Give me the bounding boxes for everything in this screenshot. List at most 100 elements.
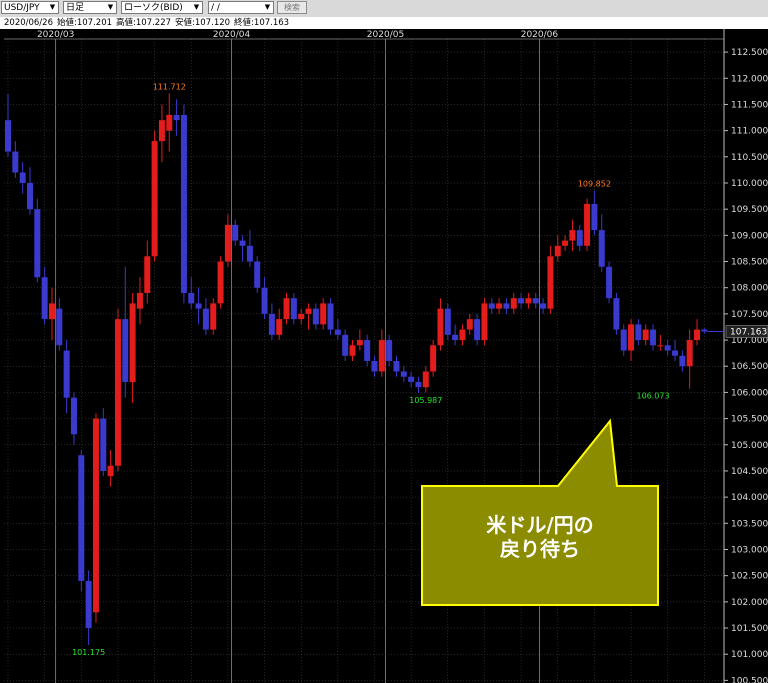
date-select[interactable]: / / ▼ (208, 1, 274, 14)
candle-body (246, 245, 253, 262)
candle-body (63, 350, 70, 398)
candle-body (122, 319, 129, 382)
symbol-select[interactable]: USD/JPY ▼ (1, 1, 59, 14)
candle-body (12, 151, 19, 173)
y-tick-label: 108.000 (731, 284, 768, 294)
x-tick-label: 2020/04 (213, 30, 251, 40)
y-tick-label: 104.500 (731, 467, 768, 477)
candle-body (408, 376, 415, 382)
candle-body (85, 580, 92, 629)
candle-body (364, 340, 371, 361)
price-annotation: 106.073 (636, 392, 669, 401)
y-tick-label: 101.000 (731, 650, 768, 660)
candle-body (613, 298, 620, 330)
info-close: 終値:107.163 (234, 18, 290, 28)
candle (481, 298, 488, 346)
price-annotation: 101.175 (72, 648, 105, 657)
candle-body (459, 329, 466, 341)
y-tick-label: 106.000 (731, 388, 768, 398)
candle-body (26, 182, 33, 210)
candle (180, 104, 187, 304)
candle (151, 130, 158, 262)
y-tick-label: 111.500 (731, 100, 768, 110)
x-tick-label: 2020/06 (521, 30, 559, 40)
price-type-select-value: ローソク(BID) (124, 3, 183, 13)
candle-body (261, 287, 268, 314)
candle (444, 303, 451, 341)
y-tick-label: 100.500 (731, 676, 768, 683)
y-tick-label: 110.500 (731, 153, 768, 163)
candle-body (444, 308, 451, 335)
candle-body (217, 261, 224, 304)
timeframe-select[interactable]: 日足 ▼ (63, 1, 117, 14)
candle-body (334, 329, 341, 335)
candle-body (503, 303, 510, 309)
candlestick-chart[interactable]: 2020/03 2020/04 2020/05 2020/06 111.712 101.… (0, 29, 768, 683)
candle-body (298, 313, 305, 320)
candle-body (400, 371, 407, 377)
candle (78, 450, 85, 592)
chevron-down-icon: ▼ (193, 3, 200, 11)
candle-body (701, 329, 708, 332)
candle (327, 298, 334, 335)
candle-body (283, 298, 290, 320)
candle-body (107, 465, 114, 477)
candle-body (195, 303, 202, 309)
candle-body (92, 418, 99, 613)
candle-body (525, 298, 532, 304)
y-tick-label: 105.000 (731, 441, 768, 451)
y-tick-label: 112.000 (731, 74, 768, 84)
candle (34, 198, 41, 283)
search-button[interactable]: 検索 (277, 1, 307, 14)
ohlc-info-bar: 2020/06/26 始値:107.201 高値:107.227 安値:107.120… (0, 17, 768, 29)
callout-line-2: 戻り待ち (500, 537, 580, 561)
candle-body (569, 230, 576, 241)
candle (217, 256, 224, 309)
chevron-down-icon: ▼ (49, 3, 56, 11)
price-type-select[interactable]: ローソク(BID) ▼ (121, 1, 203, 14)
candle-body (598, 230, 605, 267)
candle (92, 413, 99, 623)
y-tick-label: 102.500 (731, 572, 768, 582)
candle-body (642, 329, 649, 341)
info-low: 安値:107.120 (175, 18, 231, 28)
candle-body (628, 324, 635, 351)
candle (584, 198, 591, 252)
y-tick-label: 106.500 (731, 362, 768, 372)
candle-body (356, 340, 363, 346)
candle-body (232, 224, 239, 241)
candle-body (606, 266, 613, 299)
y-tick-label: 105.500 (731, 415, 768, 425)
last-price-label: 107.163 (730, 328, 767, 338)
candle-body (686, 340, 693, 367)
candle (430, 340, 437, 377)
candle-body (70, 397, 77, 435)
candle-body (202, 308, 209, 330)
candle-body (158, 120, 165, 142)
candle-body (437, 308, 444, 346)
candle-body (180, 114, 187, 293)
y-tick-label: 101.500 (731, 624, 768, 634)
x-tick-label: 2020/05 (367, 30, 404, 40)
y-tick-label: 108.500 (731, 258, 768, 268)
candle-body (173, 114, 180, 121)
chevron-down-icon: ▼ (264, 3, 271, 11)
candle-body (386, 340, 393, 361)
chevron-down-icon: ▼ (107, 3, 114, 11)
y-tick-label: 112.500 (731, 48, 768, 58)
candle-body (518, 298, 525, 304)
candle-body (312, 308, 319, 325)
callout-text: 米ドル/円の 戻り待ち (422, 513, 658, 561)
y-tick-label: 111.000 (731, 127, 768, 137)
candle-body (349, 345, 356, 356)
callout-line-1: 米ドル/円の (486, 513, 594, 537)
candle-body (650, 329, 657, 346)
candle-body (466, 319, 473, 330)
info-date: 2020/06/26 (4, 18, 53, 28)
candle-body (679, 355, 686, 367)
candle-body (276, 319, 283, 335)
candle-body (239, 240, 246, 246)
candle-body (224, 224, 231, 262)
info-high: 高値:107.227 (116, 18, 172, 28)
candle-body (188, 292, 195, 304)
